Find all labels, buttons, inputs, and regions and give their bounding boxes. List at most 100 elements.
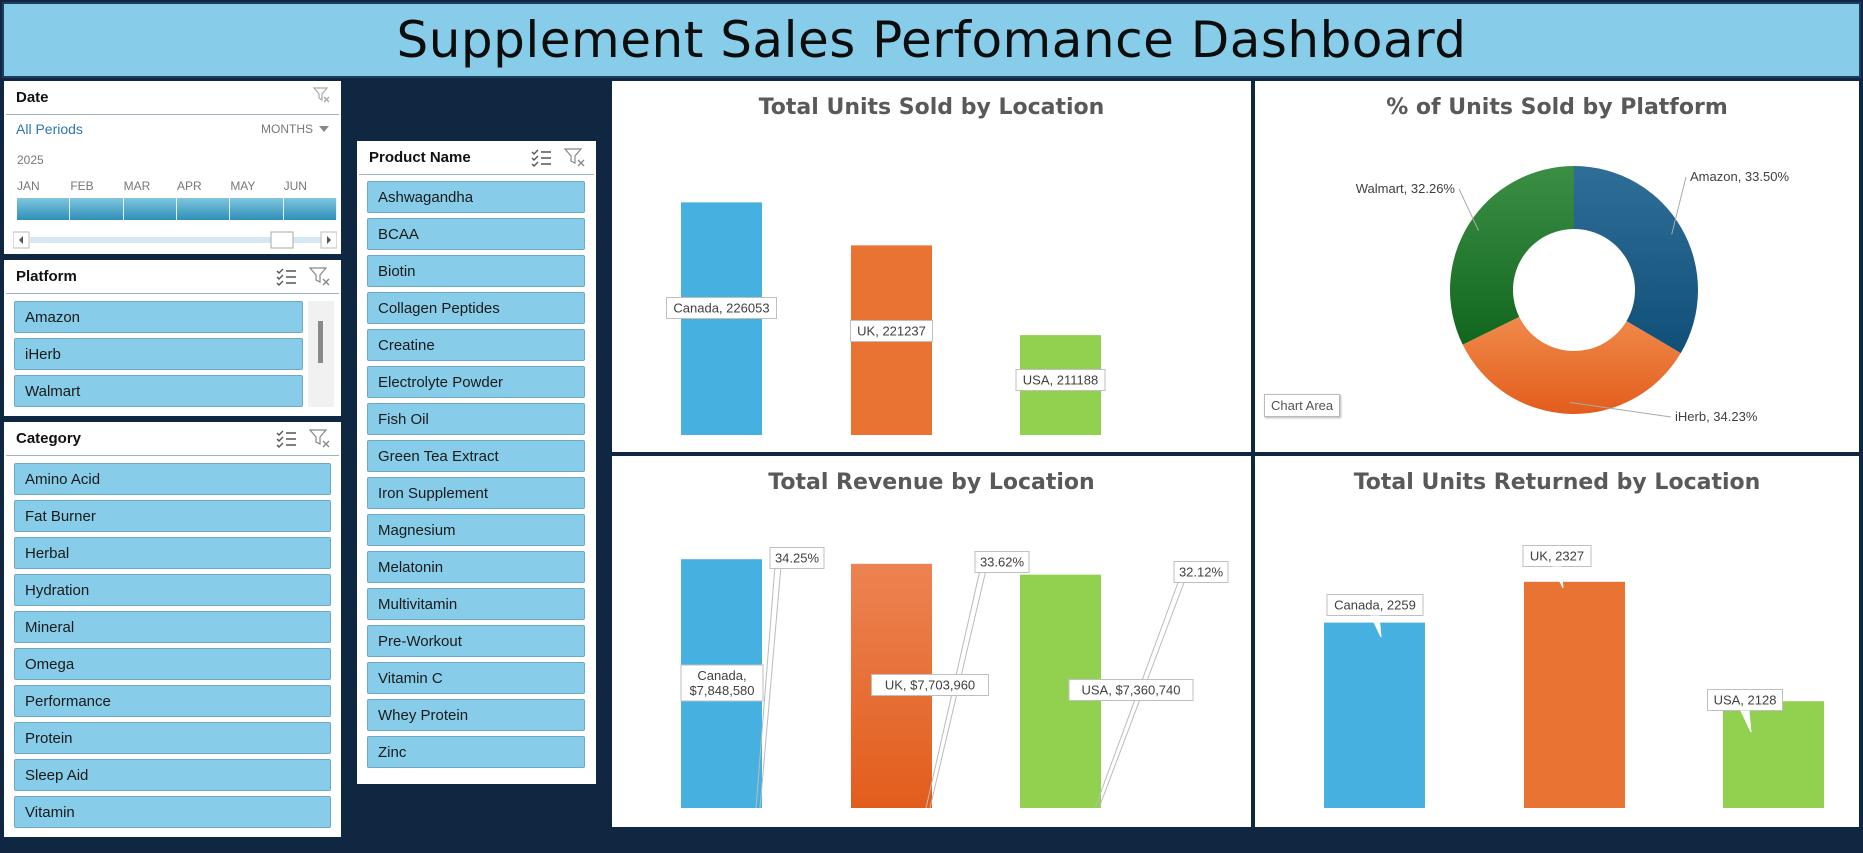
multi-select-icon[interactable] xyxy=(275,429,297,449)
category-item[interactable]: Omega xyxy=(14,648,331,680)
product-item[interactable]: Iron Supplement xyxy=(367,477,585,509)
product-item[interactable]: Ashwagandha xyxy=(367,181,585,213)
category-item[interactable]: Hydration xyxy=(14,574,331,606)
svg-text:USA, 211188: USA, 211188 xyxy=(1023,373,1098,388)
product-item[interactable]: Vitamin C xyxy=(367,662,585,694)
slice-amazon xyxy=(1574,166,1698,354)
product-item[interactable]: Multivitamin xyxy=(367,588,585,620)
data-label: USA, $7,360,740 xyxy=(1068,679,1194,701)
platform-share-chart[interactable]: % of Units Sold by Platform Amazon, 33.5… xyxy=(1255,81,1859,452)
timeline-segment[interactable] xyxy=(70,198,124,220)
revenue-chart[interactable]: Total Revenue by Location 34.25% 33.62% 32… xyxy=(612,456,1251,827)
product-item-label: Multivitamin xyxy=(378,595,458,613)
all-periods-label: All Periods xyxy=(16,121,83,137)
granularity-value: MONTHS xyxy=(261,122,313,136)
platform-item-label: Walmart xyxy=(25,382,81,400)
clear-filter-icon[interactable] xyxy=(309,266,331,288)
product-item[interactable]: Zinc xyxy=(367,736,585,768)
clear-filter-icon[interactable] xyxy=(309,428,331,450)
revenue-chart-plot: 34.25% 33.62% 32.12% Canada,$7,848,580 UK, $… xyxy=(680,547,1229,809)
product-item-label: Fish Oil xyxy=(378,410,429,428)
svg-text:32.12%: 32.12% xyxy=(1179,565,1224,580)
svg-text:UK, 2327: UK, 2327 xyxy=(1530,549,1584,564)
product-item-label: Green Tea Extract xyxy=(378,447,499,465)
returns-chart[interactable]: Total Units Returned by Location Canada,… xyxy=(1255,456,1859,827)
data-label: Amazon, 33.50% xyxy=(1690,169,1789,184)
timeline-segment[interactable] xyxy=(230,198,284,220)
dashboard-title-bar: Supplement Sales Perfomance Dashboard xyxy=(2,2,1861,78)
timeline-segment[interactable] xyxy=(176,198,231,220)
timeline-segment[interactable] xyxy=(123,198,177,220)
category-item[interactable]: Fat Burner xyxy=(14,500,331,532)
product-item[interactable]: Creatine xyxy=(367,329,585,361)
svg-text:USA, $7,360,740: USA, $7,360,740 xyxy=(1081,683,1180,698)
product-item[interactable]: Pre-Workout xyxy=(367,625,585,657)
category-item-label: Amino Acid xyxy=(25,470,101,488)
platform-item[interactable]: Walmart xyxy=(14,375,303,407)
product-item[interactable]: BCAA xyxy=(367,218,585,250)
category-item[interactable]: Mineral xyxy=(14,611,331,643)
svg-text:UK, 221237: UK, 221237 xyxy=(857,324,926,339)
category-item-label: Hydration xyxy=(25,581,90,599)
category-item-label: Vitamin xyxy=(25,803,75,821)
svg-text:$7,848,580: $7,848,580 xyxy=(689,683,754,698)
product-item-label: Vitamin C xyxy=(378,669,443,687)
platform-slicer-label: Platform xyxy=(16,268,77,285)
clear-filter-icon[interactable] xyxy=(312,86,331,109)
category-item[interactable]: Amino Acid xyxy=(14,463,331,495)
granularity-dropdown[interactable]: MONTHS xyxy=(261,122,329,136)
leader-line xyxy=(1458,188,1479,231)
product-item-label: Creatine xyxy=(378,336,435,354)
platform-item[interactable]: Amazon xyxy=(14,301,303,333)
data-label: UK, $7,703,960 xyxy=(871,674,989,696)
multi-select-icon[interactable] xyxy=(275,267,297,287)
product-item-label: Collagen Peptides xyxy=(378,299,500,317)
category-item[interactable]: Performance xyxy=(14,685,331,717)
timeline-range-bar[interactable] xyxy=(17,198,337,220)
product-item-label: Zinc xyxy=(378,743,407,761)
data-label: iHerb, 34.23% xyxy=(1675,409,1758,424)
data-label: UK, 221237 xyxy=(850,320,933,342)
timeline-segment[interactable] xyxy=(283,198,337,220)
date-timeline-slicer[interactable]: Date All Periods MONTHS 2025 JAN FEB MAR… xyxy=(4,81,341,254)
scrollbar-thumb[interactable] xyxy=(318,321,323,363)
timeline-scrollbar[interactable] xyxy=(13,230,337,250)
units-sold-chart[interactable]: Total Units Sold by Location Canada, 226… xyxy=(612,81,1251,452)
category-slicer: Category Amino Acid Fat Burner Herbal Hy… xyxy=(4,422,341,837)
category-item-label: Protein xyxy=(25,729,73,747)
product-item[interactable]: Whey Protein xyxy=(367,699,585,731)
platform-item[interactable]: iHerb xyxy=(14,338,303,370)
product-item[interactable]: Green Tea Extract xyxy=(367,440,585,472)
product-item[interactable]: Fish Oil xyxy=(367,403,585,435)
product-item[interactable]: Collagen Peptides xyxy=(367,292,585,324)
svg-text:Canada, 226053: Canada, 226053 xyxy=(673,301,769,316)
chart-area-tooltip: Chart Area xyxy=(1264,394,1341,417)
category-item[interactable]: Sleep Aid xyxy=(14,759,331,791)
clear-filter-icon[interactable] xyxy=(564,147,586,169)
svg-text:USA, 2128: USA, 2128 xyxy=(1714,693,1777,708)
product-item-label: Iron Supplement xyxy=(378,484,489,502)
category-item[interactable]: Protein xyxy=(14,722,331,754)
timeline-segment[interactable] xyxy=(17,198,71,220)
multi-select-icon[interactable] xyxy=(530,148,552,168)
svg-text:34.25%: 34.25% xyxy=(775,551,820,566)
product-item[interactable]: Magnesium xyxy=(367,514,585,546)
platform-scrollbar[interactable] xyxy=(308,301,334,407)
product-item-label: Biotin xyxy=(378,262,416,280)
category-item[interactable]: Vitamin xyxy=(14,796,331,828)
svg-text:Canada, 2259: Canada, 2259 xyxy=(1334,598,1416,613)
product-item[interactable]: Melatonin xyxy=(367,551,585,583)
product-item-label: Magnesium xyxy=(378,521,456,539)
product-slicer: Product Name Ashwagandha BCAA Biotin Col… xyxy=(357,141,596,784)
product-item-label: Ashwagandha xyxy=(378,188,474,206)
data-label: Canada,$7,848,580 xyxy=(680,664,764,702)
data-label: Canada, 226053 xyxy=(666,297,777,319)
platform-item-label: Amazon xyxy=(25,308,81,326)
data-label: USA, 211188 xyxy=(1015,369,1106,391)
returns-chart-plot: Canada, 2259 UK, 2327 USA, 2128 xyxy=(1324,545,1824,808)
percent-label: 33.62% xyxy=(974,551,1030,573)
month-label: MAY xyxy=(230,179,256,193)
product-item[interactable]: Electrolyte Powder xyxy=(367,366,585,398)
product-item[interactable]: Biotin xyxy=(367,255,585,287)
category-item[interactable]: Herbal xyxy=(14,537,331,569)
